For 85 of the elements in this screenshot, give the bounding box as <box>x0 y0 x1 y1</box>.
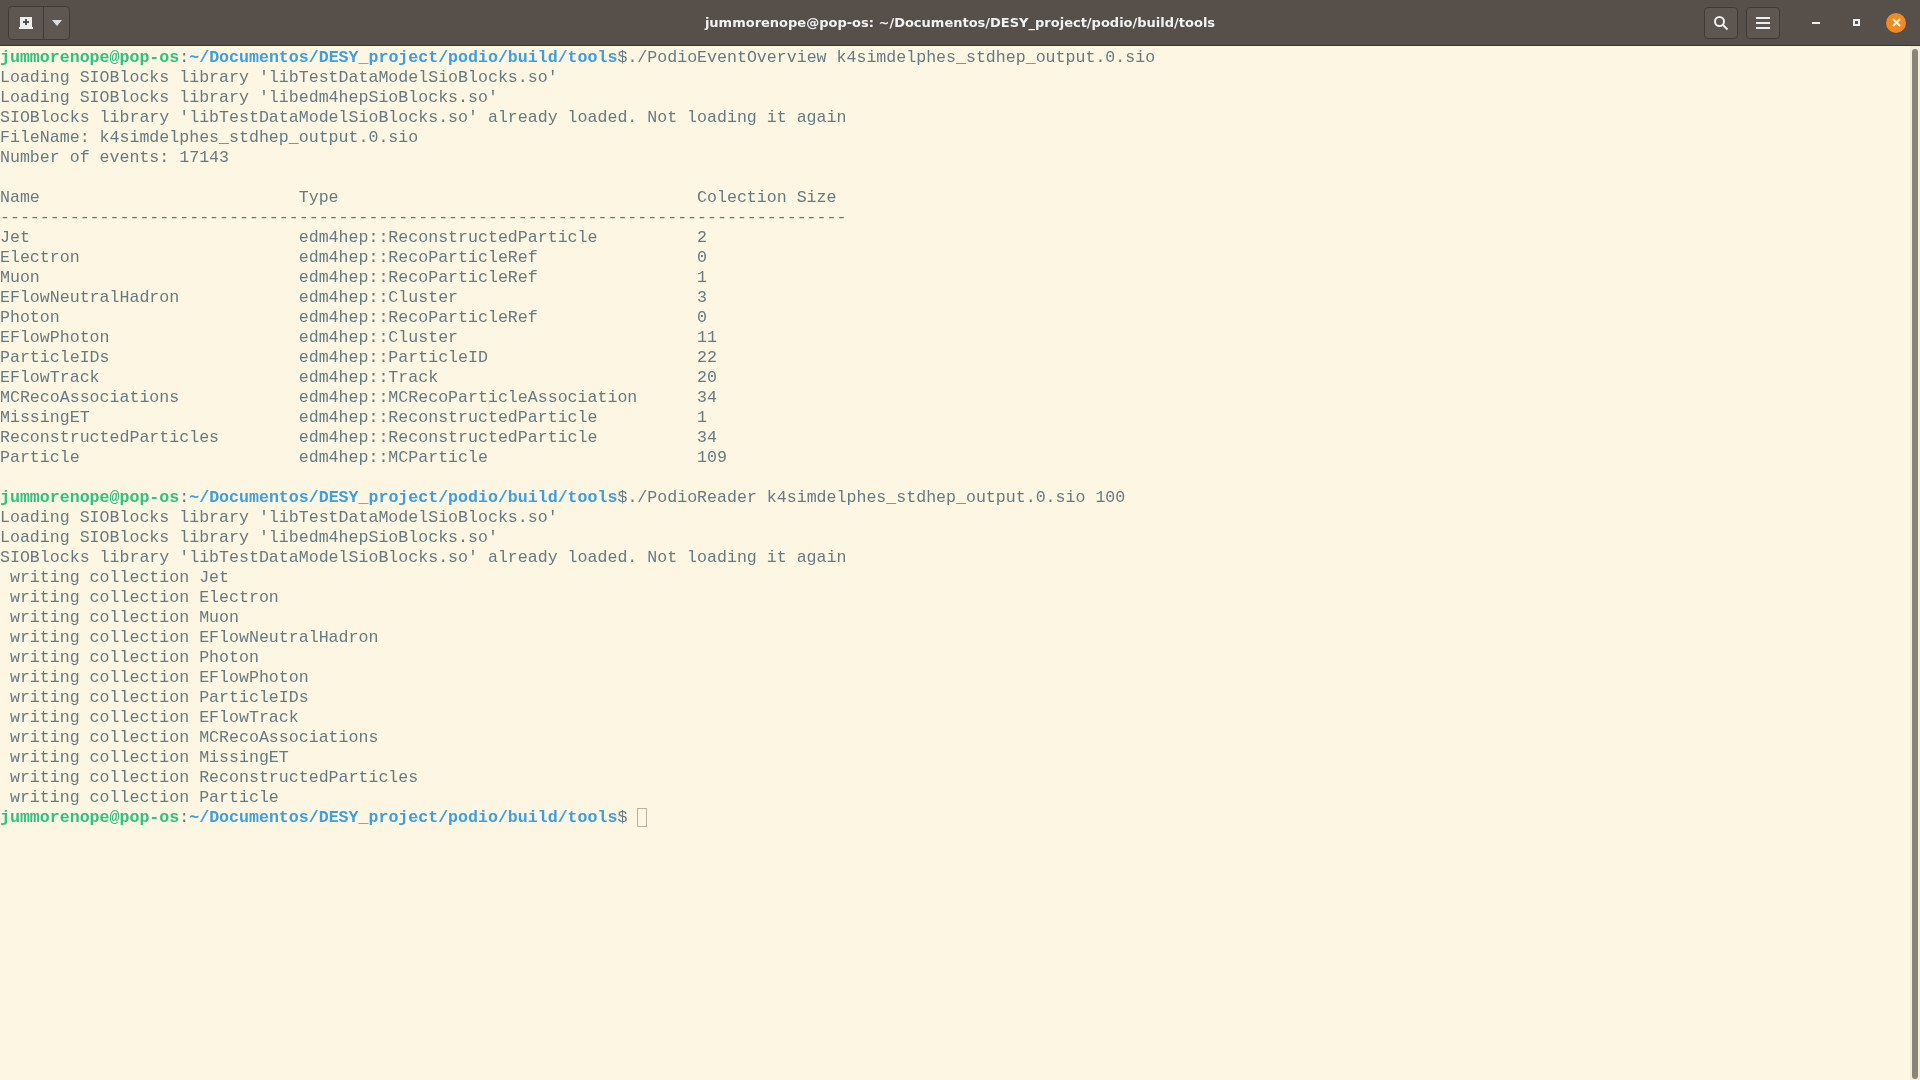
search-icon <box>1713 14 1729 31</box>
menu-icon <box>1756 16 1770 29</box>
new-tab-icon <box>18 15 34 30</box>
prompt-symbol: $ <box>617 48 628 67</box>
table-cell: 11 <box>697 328 717 348</box>
output-text: Loading SIOBlocks library 'libTestDataModelSioBlocks.so' <box>0 68 558 87</box>
table-cell: EFlowNeutralHadron <box>0 288 180 308</box>
table-cell: edm4hep::ReconstructedParticle <box>298 408 598 428</box>
output-text: writing collection Photon <box>8 648 259 667</box>
table-cell: edm4hep::Cluster <box>298 288 459 308</box>
window-title: jummorenope@pop-os: ~/Documentos/DESY_project/podio/build/tools <box>704 15 1216 30</box>
table-cell: 0 <box>697 248 707 268</box>
table-cell: edm4hep::ReconstructedParticle <box>298 428 598 448</box>
command-text: ./PodioReader k4simdelphes_stdhep_output.0.sio 100 <box>627 488 1126 507</box>
table-cell: Photon <box>0 308 60 328</box>
close-icon <box>1891 18 1901 27</box>
command-text: ./PodioEventOverview k4simdelphes_stdhep_output.0.sio <box>627 48 1156 67</box>
prompt-user-host: jummorenope@pop-os <box>0 808 180 827</box>
output-text: writing collection EFlowTrack <box>8 708 299 727</box>
table-cell: 109 <box>697 448 727 468</box>
output-text: writing collection MCRecoAssociations <box>8 728 379 747</box>
table-cell: edm4hep::RecoParticleRef <box>298 268 538 288</box>
table-cell: ReconstructedParticles <box>0 428 220 448</box>
table-cell: 34 <box>697 388 717 408</box>
table-cell: EFlowPhoton <box>0 328 110 348</box>
output-text: writing collection Electron <box>8 588 279 607</box>
output-text: Loading SIOBlocks library 'libedm4hepSioBlocks.so' <box>0 88 498 107</box>
prompt-symbol: $ <box>617 808 628 827</box>
table-cell: edm4hep::RecoParticleRef <box>298 308 538 328</box>
table-cell: edm4hep::ReconstructedParticle <box>298 228 598 248</box>
prompt-symbol: $ <box>617 488 628 507</box>
output-text: writing collection ParticleIDs <box>8 688 309 707</box>
output-text: Loading SIOBlocks library 'libTestDataModelSioBlocks.so' <box>0 508 558 527</box>
search-button[interactable] <box>1704 6 1738 39</box>
output-text: writing collection Muon <box>8 608 239 627</box>
column-header: Type <box>298 188 339 208</box>
separator-dashes: ------------------------------------------------------------------------------------- <box>0 208 847 227</box>
table-cell: edm4hep::MCRecoParticleAssociation <box>298 388 638 408</box>
minimize-icon <box>1812 21 1820 24</box>
table-cell: 2 <box>697 228 707 248</box>
prompt-user-host: jummorenope@pop-os <box>0 488 180 507</box>
table-cell: 1 <box>697 268 707 288</box>
column-header: Colection Size <box>697 188 837 208</box>
table-cell: edm4hep::Track <box>298 368 439 388</box>
caret-icon <box>51 19 62 26</box>
menu-button[interactable] <box>1746 6 1780 39</box>
output-text: Loading SIOBlocks library 'libedm4hepSioBlocks.so' <box>0 528 498 547</box>
table-cell: Jet <box>0 228 30 248</box>
table-cell: 20 <box>697 368 717 388</box>
prompt-path: ~/Documentos/DESY_project/podio/build/tools <box>189 808 618 827</box>
output-text: FileName: k4simdelphes_stdhep_output.0.sio <box>0 128 419 147</box>
table-cell: MissingET <box>0 408 90 428</box>
close-button[interactable] <box>1886 12 1906 33</box>
table-cell: Particle <box>0 448 80 468</box>
output-text: writing collection ReconstructedParticles <box>8 768 419 787</box>
table-cell: Muon <box>0 268 40 288</box>
table-cell: edm4hep::Cluster <box>298 328 459 348</box>
table-cell: 1 <box>697 408 707 428</box>
table-cell: edm4hep::RecoParticleRef <box>298 248 538 268</box>
output-text: SIOBlocks library 'libTestDataModelSioBlocks.so' already loaded. Not loading it again <box>0 548 847 567</box>
prompt-separator: : <box>179 48 190 67</box>
output-text: writing collection Jet <box>8 568 230 587</box>
table-cell: EFlowTrack <box>0 368 100 388</box>
prompt-separator: : <box>179 808 190 827</box>
table-cell: edm4hep::ParticleID <box>298 348 488 368</box>
output-text: writing collection Particle <box>8 788 279 807</box>
prompt-path: ~/Documentos/DESY_project/podio/build/tools <box>189 48 618 67</box>
table-cell: Electron <box>0 248 80 268</box>
table-cell: MCRecoAssociations <box>0 388 180 408</box>
table-cell: 22 <box>697 348 717 368</box>
table-cell: 3 <box>697 288 707 308</box>
prompt-user-host: jummorenope@pop-os <box>0 48 180 67</box>
table-cell: 34 <box>697 428 717 448</box>
output-text: Number of events: 17143 <box>0 148 230 167</box>
output-text: SIOBlocks library 'libTestDataModelSioBlocks.so' already loaded. Not loading it again <box>0 108 847 127</box>
table-cell: ParticleIDs <box>0 348 110 368</box>
maximize-icon <box>1852 19 1860 26</box>
column-header: Name <box>0 188 40 208</box>
table-cell: edm4hep::MCParticle <box>298 448 488 468</box>
prompt-path: ~/Documentos/DESY_project/podio/build/tools <box>189 488 618 507</box>
output-text: writing collection MissingET <box>8 748 289 767</box>
prompt-separator: : <box>179 488 190 507</box>
table-cell: 0 <box>697 308 707 328</box>
output-text: writing collection EFlowPhoton <box>8 668 309 687</box>
output-text: writing collection EFlowNeutralHadron <box>8 628 379 647</box>
